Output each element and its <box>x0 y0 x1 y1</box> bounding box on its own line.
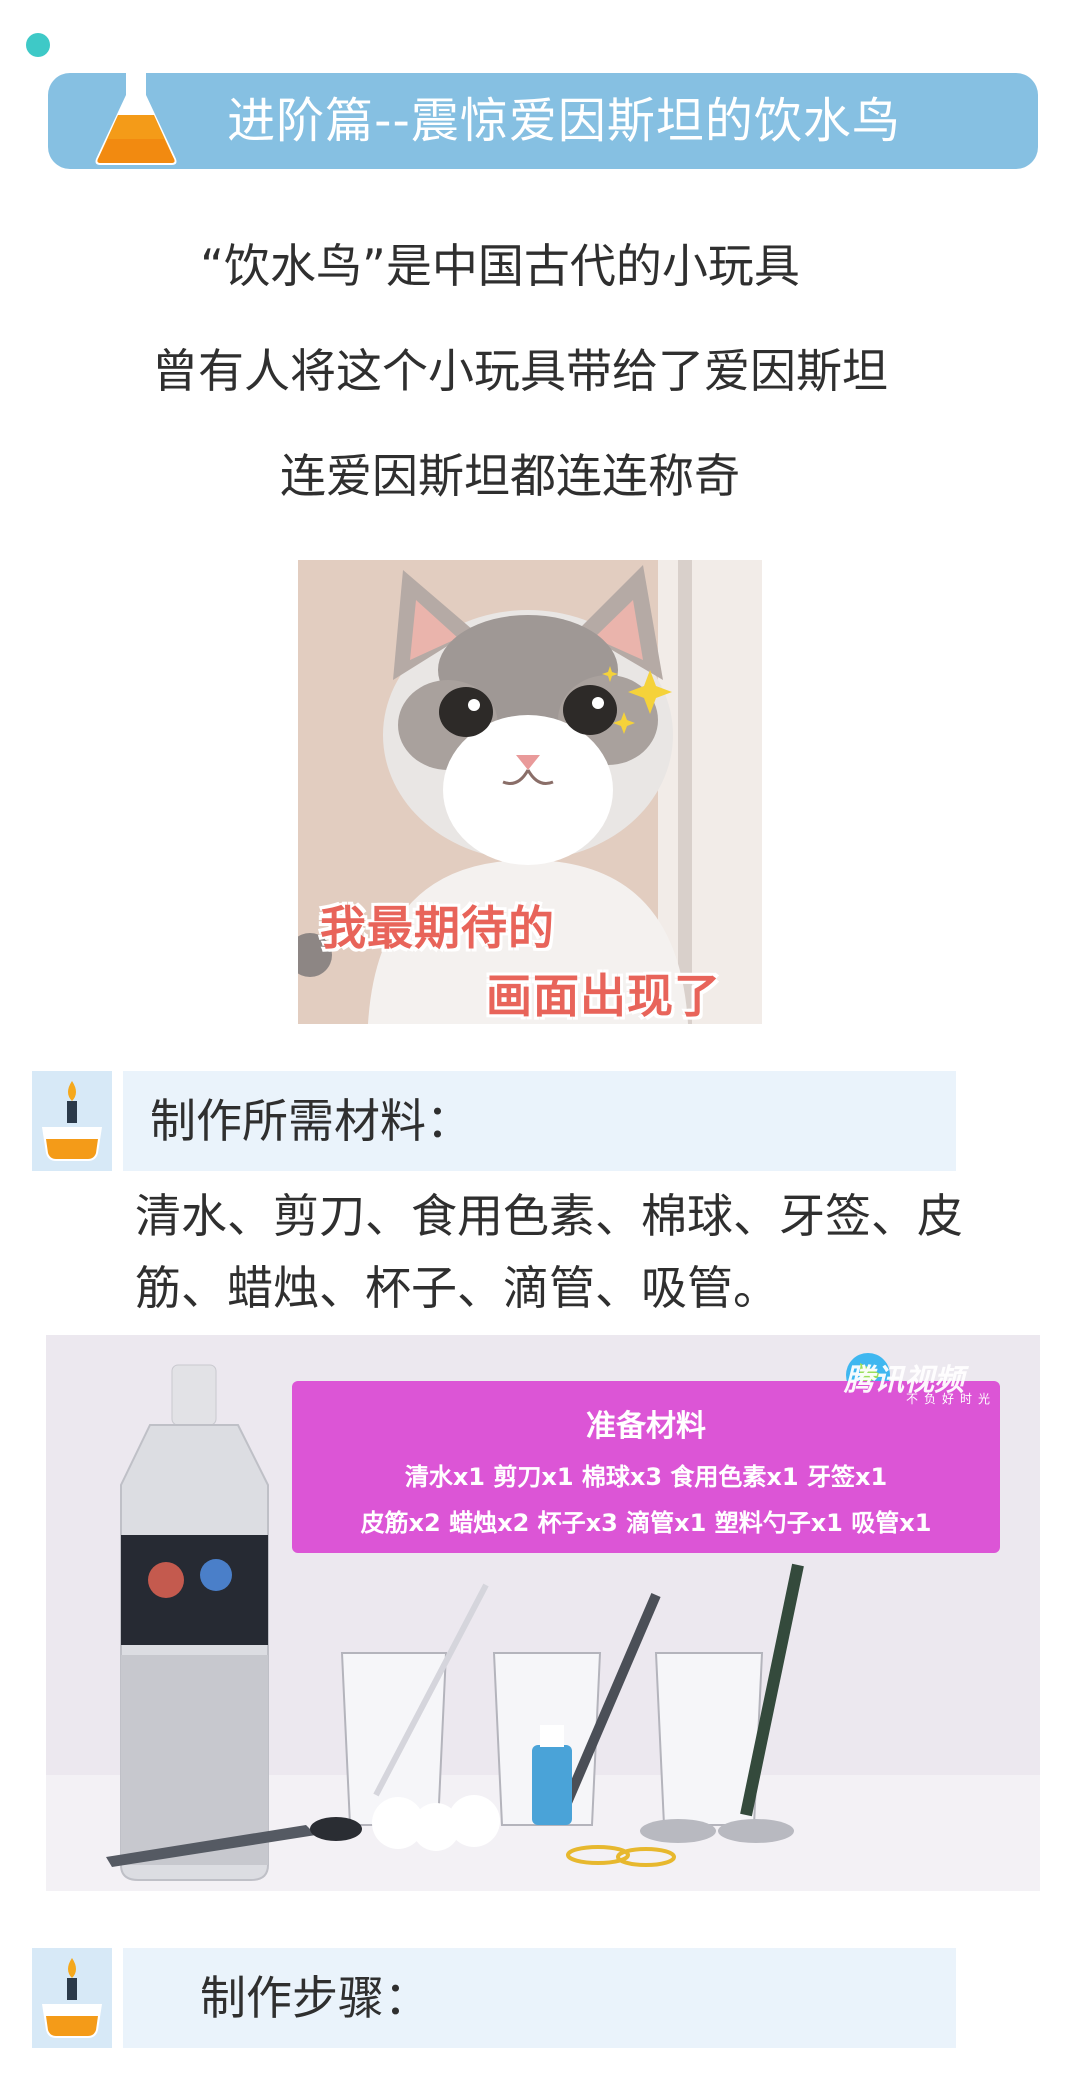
intro-line-1: “饮水鸟”是中国古代的小玩具 <box>200 239 800 293</box>
materials-photo: 准备材料 清水x1 剪刀x1 棉球x3 食用色素x1 牙签x1 皮筋x2 蜡烛x… <box>46 1335 1040 1891</box>
panel-line-1: 清水x1 剪刀x1 棉球x3 食用色素x1 牙签x1 <box>404 1463 888 1491</box>
cat-meme-image: 我最期待的 画面出现了 <box>298 560 762 1024</box>
materials-panel: 准备材料 清水x1 剪刀x1 棉球x3 食用色素x1 牙签x1 皮筋x2 蜡烛x… <box>292 1381 1000 1553</box>
candle-icon <box>32 1071 112 1171</box>
watermark-slogan: 不负好时光 <box>906 1392 997 1406</box>
materials-list-text: 清水、剪刀、食用色素、棉球、牙签、皮筋、蜡烛、杯子、滴管、吸管。 <box>135 1189 963 1315</box>
meme-caption-line-2: 画面出现了 <box>486 969 721 1023</box>
meme-caption-line-1: 我最期待的 <box>320 901 555 955</box>
candle-icon <box>32 1948 112 2048</box>
materials-heading: 制作所需材料： <box>150 1094 472 1148</box>
intro-line-2: 曾有人将这个小玩具带给了爱因斯坦 <box>152 344 888 398</box>
accent-dot <box>26 33 50 57</box>
steps-heading: 制作步骤： <box>200 1971 430 2025</box>
page-title: 进阶篇--震惊爱因斯坦的饮水鸟 <box>227 93 901 149</box>
panel-title: 准备材料 <box>586 1409 706 1444</box>
intro-line-3: 连爱因斯坦都连连称奇 <box>280 449 740 503</box>
panel-line-2: 皮筋x2 蜡烛x2 杯子x3 滴管x1 塑料勺子x1 吸管x1 <box>360 1509 932 1537</box>
